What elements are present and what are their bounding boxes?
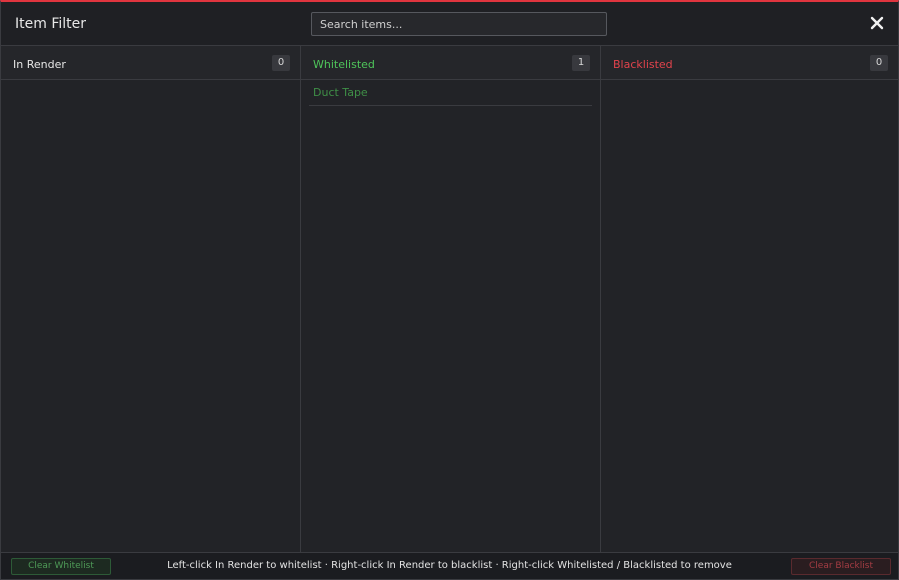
in-render-title: In Render — [13, 58, 66, 71]
clear-blacklist-button[interactable]: Clear Blacklist — [791, 558, 891, 575]
blacklisted-title: Blacklisted — [613, 58, 673, 71]
whitelisted-title: Whitelisted — [313, 58, 375, 71]
whitelisted-column: Whitelisted 1 Duct Tape — [300, 46, 600, 553]
whitelisted-count-badge: 1 — [572, 55, 590, 71]
whitelisted-item[interactable]: Duct Tape — [309, 80, 592, 106]
blacklisted-column: Blacklisted 0 — [600, 46, 898, 553]
whitelisted-header: Whitelisted 1 — [301, 46, 600, 80]
header-bar: Item Filter — [1, 2, 898, 46]
window-title: Item Filter — [15, 16, 86, 32]
in-render-column: In Render 0 — [1, 46, 300, 553]
close-button[interactable] — [866, 12, 888, 34]
blacklisted-count-badge: 0 — [870, 55, 888, 71]
footer-bar: Clear Whitelist Left-click In Render to … — [1, 552, 898, 579]
search-input[interactable] — [311, 12, 607, 36]
usage-hint: Left-click In Render to whitelist · Righ… — [167, 560, 732, 571]
blacklisted-header: Blacklisted 0 — [601, 46, 898, 80]
item-filter-window: Item Filter In Render 0 Whitelisted 1 Du… — [0, 0, 899, 580]
columns-container: In Render 0 Whitelisted 1 Duct Tape Blac… — [1, 46, 898, 553]
close-icon — [870, 16, 884, 30]
in-render-count-badge: 0 — [272, 55, 290, 71]
in-render-header: In Render 0 — [1, 46, 300, 80]
whitelisted-list: Duct Tape — [301, 80, 600, 106]
